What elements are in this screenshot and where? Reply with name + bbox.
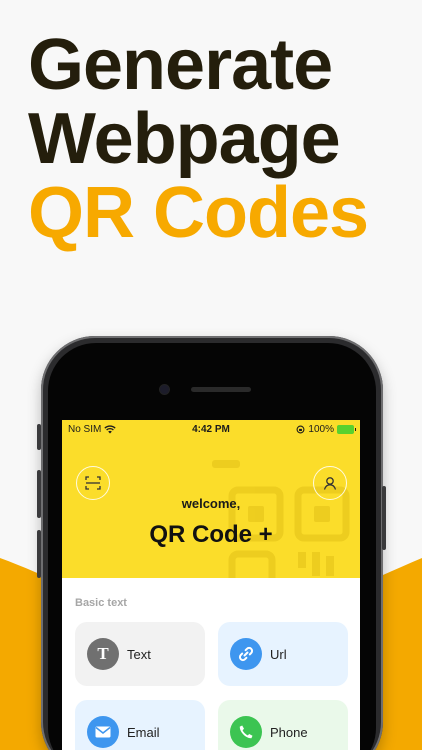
battery-icon [337,425,356,434]
headline-line-2: Webpage [28,99,341,179]
promo-headline: Generate Webpage QR Codes [28,28,408,250]
link-icon [230,638,262,670]
card-text[interactable]: T Text [75,622,205,686]
app-screen: No SIM 4:42 PM 100% welcome, QR Code + B… [62,420,360,750]
front-camera [160,385,169,394]
power-button [382,486,386,550]
headline-line-3: QR Codes [28,173,369,253]
card-email[interactable]: Email [75,700,205,750]
scan-button[interactable] [76,466,110,500]
mail-icon [87,716,119,748]
hero-banner: No SIM 4:42 PM 100% welcome, QR Code + [62,420,360,578]
card-url-label: Url [270,646,287,662]
card-email-label: Email [127,724,160,740]
earpiece-speaker [191,387,251,392]
headline-line-1: Generate [28,25,333,105]
card-phone-label: Phone [270,724,308,740]
user-icon [323,477,337,490]
section-label-basic-text: Basic text [75,597,127,609]
volume-up-button [37,470,41,518]
card-text-label: Text [127,646,151,662]
welcome-text: welcome, [181,496,241,511]
card-phone[interactable]: Phone [218,700,348,750]
mute-switch [37,424,41,450]
scan-frame-icon [85,476,101,490]
volume-down-button [37,530,41,578]
text-t-icon: T [87,638,119,670]
battery-percent: 100% [308,424,334,435]
phone-icon [230,716,262,748]
orientation-lock-icon [296,425,305,434]
app-title: QR Code + [149,521,273,548]
status-bar: No SIM 4:42 PM 100% [62,420,360,440]
profile-button[interactable] [313,466,347,500]
card-url[interactable]: Url [218,622,348,686]
